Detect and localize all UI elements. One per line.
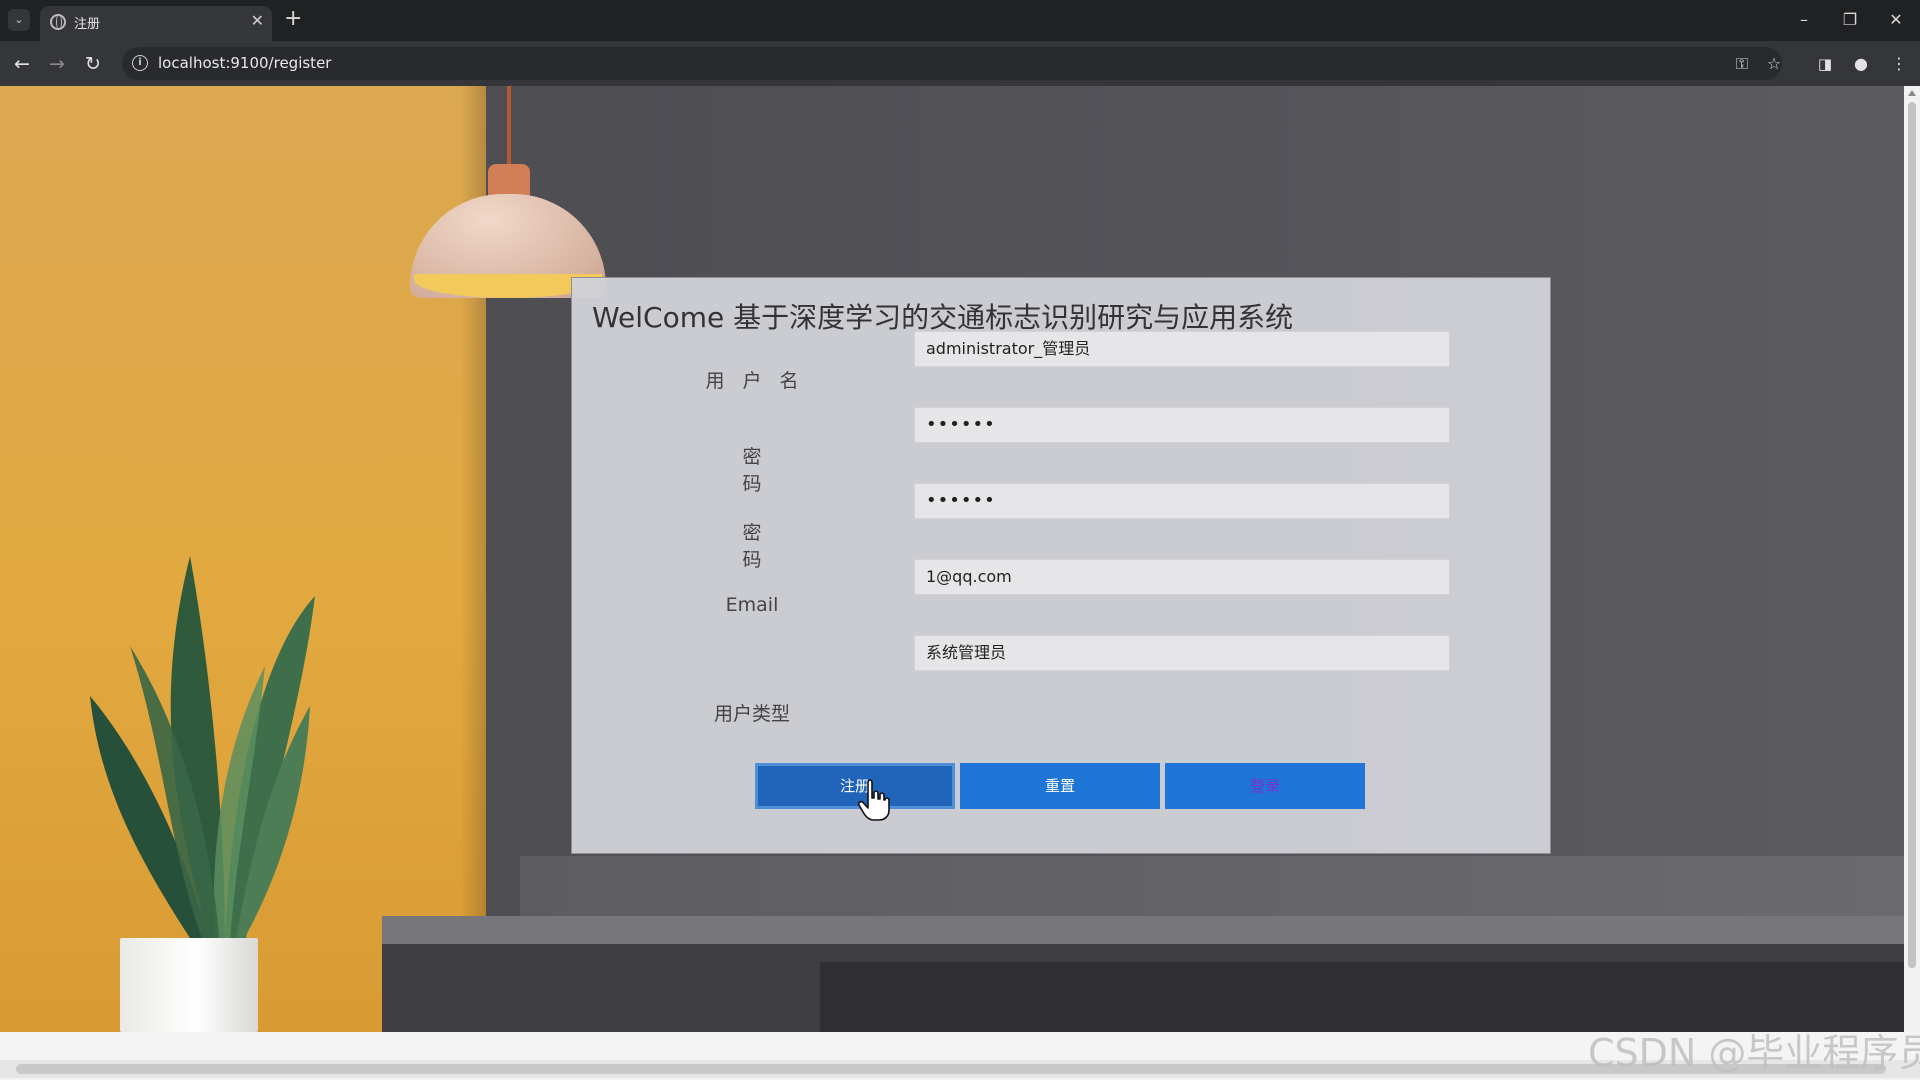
- back-icon[interactable]: ←: [7, 49, 37, 79]
- profile-icon[interactable]: ●: [1846, 49, 1876, 79]
- reload-icon[interactable]: ↻: [78, 49, 108, 79]
- bookmark-star-icon[interactable]: ☆: [1762, 52, 1786, 76]
- forward-icon[interactable]: →: [42, 49, 72, 79]
- user-type-label: 用户类型: [713, 703, 790, 725]
- plant-illustration: [90, 556, 315, 946]
- password-label: 密码: [742, 446, 812, 495]
- scroll-up-icon[interactable]: [1908, 90, 1916, 96]
- close-window-icon[interactable]: ✕: [1876, 6, 1916, 34]
- background-shelf-top: [382, 916, 1904, 944]
- restore-icon[interactable]: ❐: [1830, 6, 1870, 34]
- address-bar[interactable]: i localhost:9100/register ⚿ ☆: [122, 47, 1782, 80]
- username-label: 用户名: [705, 370, 817, 392]
- globe-icon: [50, 14, 66, 30]
- reset-button[interactable]: 重置: [960, 763, 1160, 809]
- username-input[interactable]: administrator_管理员: [914, 331, 1450, 367]
- site-info-icon[interactable]: i: [132, 55, 148, 71]
- page-title: WelCome 基于深度学习的交通标志识别研究与应用系统: [592, 301, 1294, 334]
- vertical-scrollbar-thumb[interactable]: [1908, 102, 1916, 968]
- email-label: Email: [725, 594, 779, 616]
- password-input[interactable]: ••••••: [914, 407, 1450, 443]
- password-key-icon[interactable]: ⚿: [1730, 52, 1754, 76]
- email-input[interactable]: 1@qq.com: [914, 559, 1450, 595]
- login-button[interactable]: 登录: [1165, 763, 1365, 809]
- user-type-select[interactable]: 系统管理员: [914, 635, 1450, 671]
- confirm-password-label: 密码: [742, 522, 812, 571]
- lamp-cord: [507, 86, 511, 166]
- register-button[interactable]: 注册: [755, 763, 955, 809]
- minimize-icon[interactable]: –: [1784, 6, 1824, 34]
- register-form: WelCome 基于深度学习的交通标志识别研究与应用系统 用户名 adminis…: [571, 277, 1551, 854]
- vertical-scrollbar[interactable]: [1904, 86, 1920, 1032]
- watermark-text: CSDN @毕业程序员: [1588, 1031, 1920, 1075]
- hand-cursor-icon: [858, 779, 890, 821]
- new-tab-icon[interactable]: +: [284, 6, 302, 32]
- browser-tab[interactable]: 注册 ✕: [40, 6, 272, 41]
- tab-title: 注册: [74, 17, 101, 32]
- tab-search-icon[interactable]: ⌄: [8, 9, 30, 31]
- browser-tabstrip: ⌄ 注册 ✕ + – ❐ ✕: [0, 0, 1920, 41]
- side-panel-icon[interactable]: ◨: [1810, 49, 1840, 79]
- plant-pot: [120, 938, 258, 1032]
- background-shelf-shadow: [520, 856, 1904, 916]
- menu-kebab-icon[interactable]: ⋮: [1884, 49, 1914, 79]
- confirm-password-input[interactable]: ••••••: [914, 483, 1450, 519]
- address-url[interactable]: localhost:9100/register: [158, 54, 331, 72]
- lamp-neck: [488, 164, 530, 198]
- tab-close-icon[interactable]: ✕: [251, 11, 264, 30]
- browser-toolbar: ← → ↻ i localhost:9100/register ⚿ ☆ ◨ ● …: [0, 41, 1920, 86]
- page-viewport: WelCome 基于深度学习的交通标志识别研究与应用系统 用户名 adminis…: [0, 86, 1904, 1032]
